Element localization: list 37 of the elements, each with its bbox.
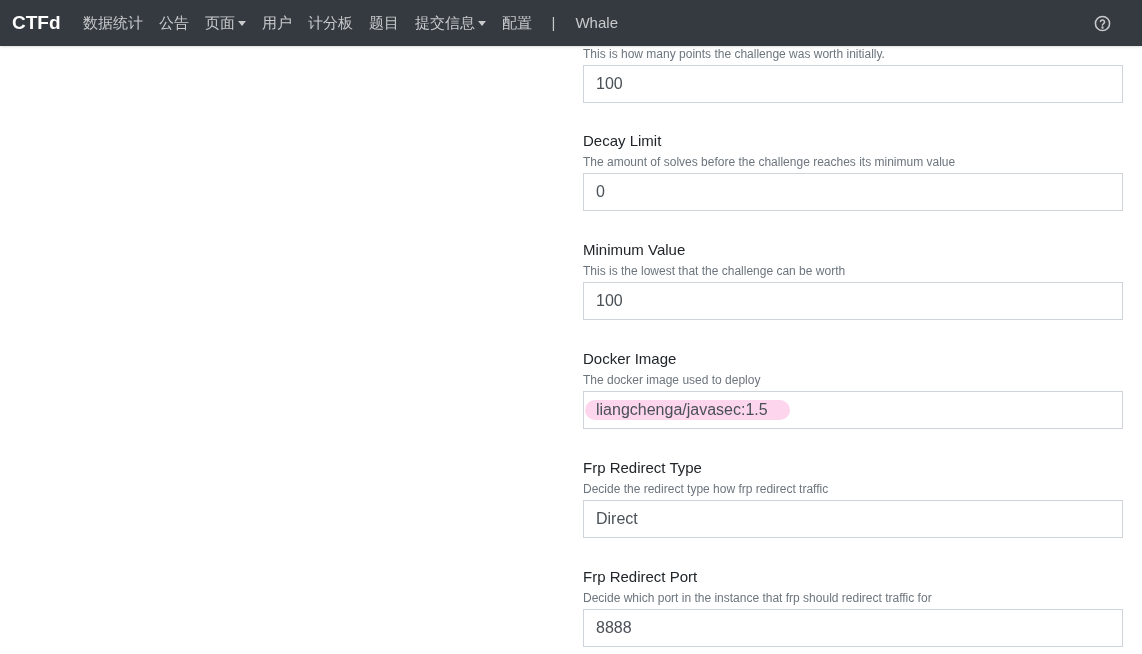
input-field[interactable]: 0	[583, 173, 1123, 211]
input-value: 100	[596, 74, 623, 94]
nav-link[interactable]: 配置	[493, 11, 540, 35]
nav-link[interactable]: 计分板	[299, 11, 361, 35]
field-label: Minimum Value	[583, 240, 687, 260]
brand-link[interactable]: CTFd	[12, 8, 61, 38]
input-value: Direct	[596, 509, 638, 529]
input-field[interactable]: 100	[583, 65, 1123, 103]
field-label: Frp Redirect Type	[583, 458, 703, 478]
field-help-text: This is the lowest that the challenge can be worth	[583, 264, 847, 278]
input-value: 100	[596, 291, 623, 311]
nav-link[interactable]: 页面	[196, 11, 254, 35]
help-icon[interactable]	[1094, 14, 1111, 32]
input-field[interactable]: 100	[583, 282, 1123, 320]
nav-link[interactable]: 提交信息	[406, 11, 494, 35]
input-value: liangchenga/javasec:1.5	[585, 400, 790, 420]
field-help-text: The amount of solves before the challenge reaches its minimum value	[583, 155, 957, 169]
field-label: Decay Limit	[583, 131, 663, 151]
field-help-text: This is how many points the challenge was worth initially.	[583, 47, 886, 61]
nav-link[interactable]: 数据统计	[74, 11, 151, 35]
field-label: Docker Image	[583, 349, 678, 369]
field-help-text: Decide which port in the instance that frp should redirect traffic for	[583, 591, 933, 605]
caret-icon	[237, 20, 246, 26]
nav-link[interactable]: 公告	[150, 11, 197, 35]
input-value: 0	[596, 182, 605, 202]
field-help-text: Decide the redirect type how frp redirect traffic	[583, 482, 830, 496]
nav-link[interactable]: 题目	[360, 11, 407, 35]
input-value: 8888	[596, 618, 632, 638]
input-field[interactable]: liangchenga/javasec:1.5	[583, 391, 1123, 429]
nav-link[interactable]: Whale	[567, 11, 626, 35]
nav-link[interactable]: 用户	[253, 11, 300, 35]
field-help-text: The docker image used to deploy	[583, 373, 762, 387]
caret-icon	[477, 20, 486, 26]
input-field[interactable]: Direct	[583, 500, 1123, 538]
field-label: Frp Redirect Port	[583, 567, 699, 587]
nav-separator: |	[550, 12, 557, 33]
input-field[interactable]: 8888	[583, 609, 1123, 647]
